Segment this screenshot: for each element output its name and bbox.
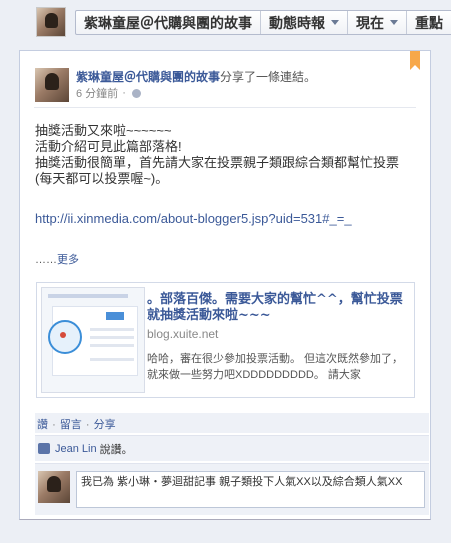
body-line: 抽獎活動又來啦~~~~~~ <box>35 123 172 138</box>
page-name-link[interactable]: 紫琳童屋＠代購與團的故事 <box>76 11 261 34</box>
share-link[interactable]: 分享 <box>94 419 116 431</box>
story-action-text: 分享了一條連結。 <box>220 70 317 84</box>
action-separator: · <box>85 419 90 431</box>
highlights-label: 重點 <box>415 14 443 31</box>
liker-name-link[interactable]: Jean Lin <box>55 443 97 455</box>
likes-suffix: 說讚。 <box>99 443 133 456</box>
bookmark-icon[interactable] <box>410 51 420 70</box>
page-avatar[interactable] <box>36 7 66 37</box>
see-more: ……更多 <box>35 251 79 267</box>
post-body: 抽獎活動又來啦~~~~~~ 活動介紹可見此篇部落格! 抽獎活動很簡單，首先請大家… <box>35 123 415 187</box>
top-header: 紫琳童屋＠代購與團的故事 動態時報 現在 重點 <box>0 0 451 45</box>
author-avatar[interactable] <box>35 68 69 102</box>
page-name-label: 紫琳童屋＠代購與團的故事 <box>84 14 252 31</box>
timeline-nav-bar: 紫琳童屋＠代購與團的故事 動態時報 現在 重點 <box>75 10 451 35</box>
post-link[interactable]: http://ii.xinmedia.com/about-blogger5.js… <box>35 211 352 226</box>
see-more-link[interactable]: 更多 <box>57 254 79 266</box>
attachment-description: 哈哈，審在很少參加投票活動。 但這次既然參加了，就來做一些努力吧XDDDDDDD… <box>147 353 404 381</box>
story-meta: 6 分鐘前 · <box>76 85 141 101</box>
chevron-down-icon <box>331 20 339 25</box>
story-card: 紫琳童屋＠代購與團的故事分享了一條連結。 6 分鐘前 · 抽獎活動又來啦~~~~… <box>19 50 431 520</box>
timeline-dropdown[interactable]: 動態時報 <box>261 11 348 34</box>
likes-row: Jean Lin 說讚。 <box>35 435 429 461</box>
body-line: 抽獎活動很簡單，首先請大家在投票親子類跟綜合類都幫忙投票(每天都可以投票喔~)。 <box>35 155 400 186</box>
comment-row: 我已為 紫小琳・夢迴甜記事 親子類投下人氣XX以及綜合類人氣XX <box>35 463 429 515</box>
header-divider <box>34 107 416 108</box>
story-header: 紫琳童屋＠代購與團的故事分享了一條連結。 <box>76 68 316 85</box>
author-name-link[interactable]: 紫琳童屋＠代購與團的故事 <box>76 70 220 84</box>
attachment-title[interactable]: 。部落百傑。需要大家的幫忙^^，幫忙投票就抽獎活動來啦~~~ <box>147 292 409 324</box>
like-link[interactable]: 讚 <box>37 419 48 431</box>
globe-icon[interactable] <box>131 88 141 98</box>
timeline-dropdown-label: 動態時報 <box>269 14 325 31</box>
comment-link[interactable]: 留言 <box>60 419 82 431</box>
chevron-down-icon <box>390 20 398 25</box>
attachment-domain: blog.xuite.net <box>147 327 219 341</box>
ellipsis: …… <box>35 254 57 266</box>
thumbs-up-icon <box>38 443 50 454</box>
comment-input[interactable]: 我已為 紫小琳・夢迴甜記事 親子類投下人氣XX以及綜合類人氣XX <box>76 471 425 508</box>
action-separator: · <box>52 419 56 431</box>
story-actions: 讚 · 留言 · 分享 <box>35 413 429 433</box>
meta-separator: · <box>122 87 126 99</box>
timestamp-link[interactable]: 6 分鐘前 <box>76 85 118 101</box>
now-dropdown-label: 現在 <box>356 14 384 31</box>
commenter-avatar[interactable] <box>38 471 70 503</box>
now-dropdown[interactable]: 現在 <box>348 11 407 34</box>
link-attachment[interactable]: 。部落百傑。需要大家的幫忙^^，幫忙投票就抽獎活動來啦~~~ blog.xuit… <box>36 282 415 398</box>
attachment-thumbnail[interactable] <box>41 287 145 393</box>
body-line: 活動介紹可見此篇部落格! <box>35 139 182 154</box>
highlights-dropdown[interactable]: 重點 <box>407 11 451 34</box>
